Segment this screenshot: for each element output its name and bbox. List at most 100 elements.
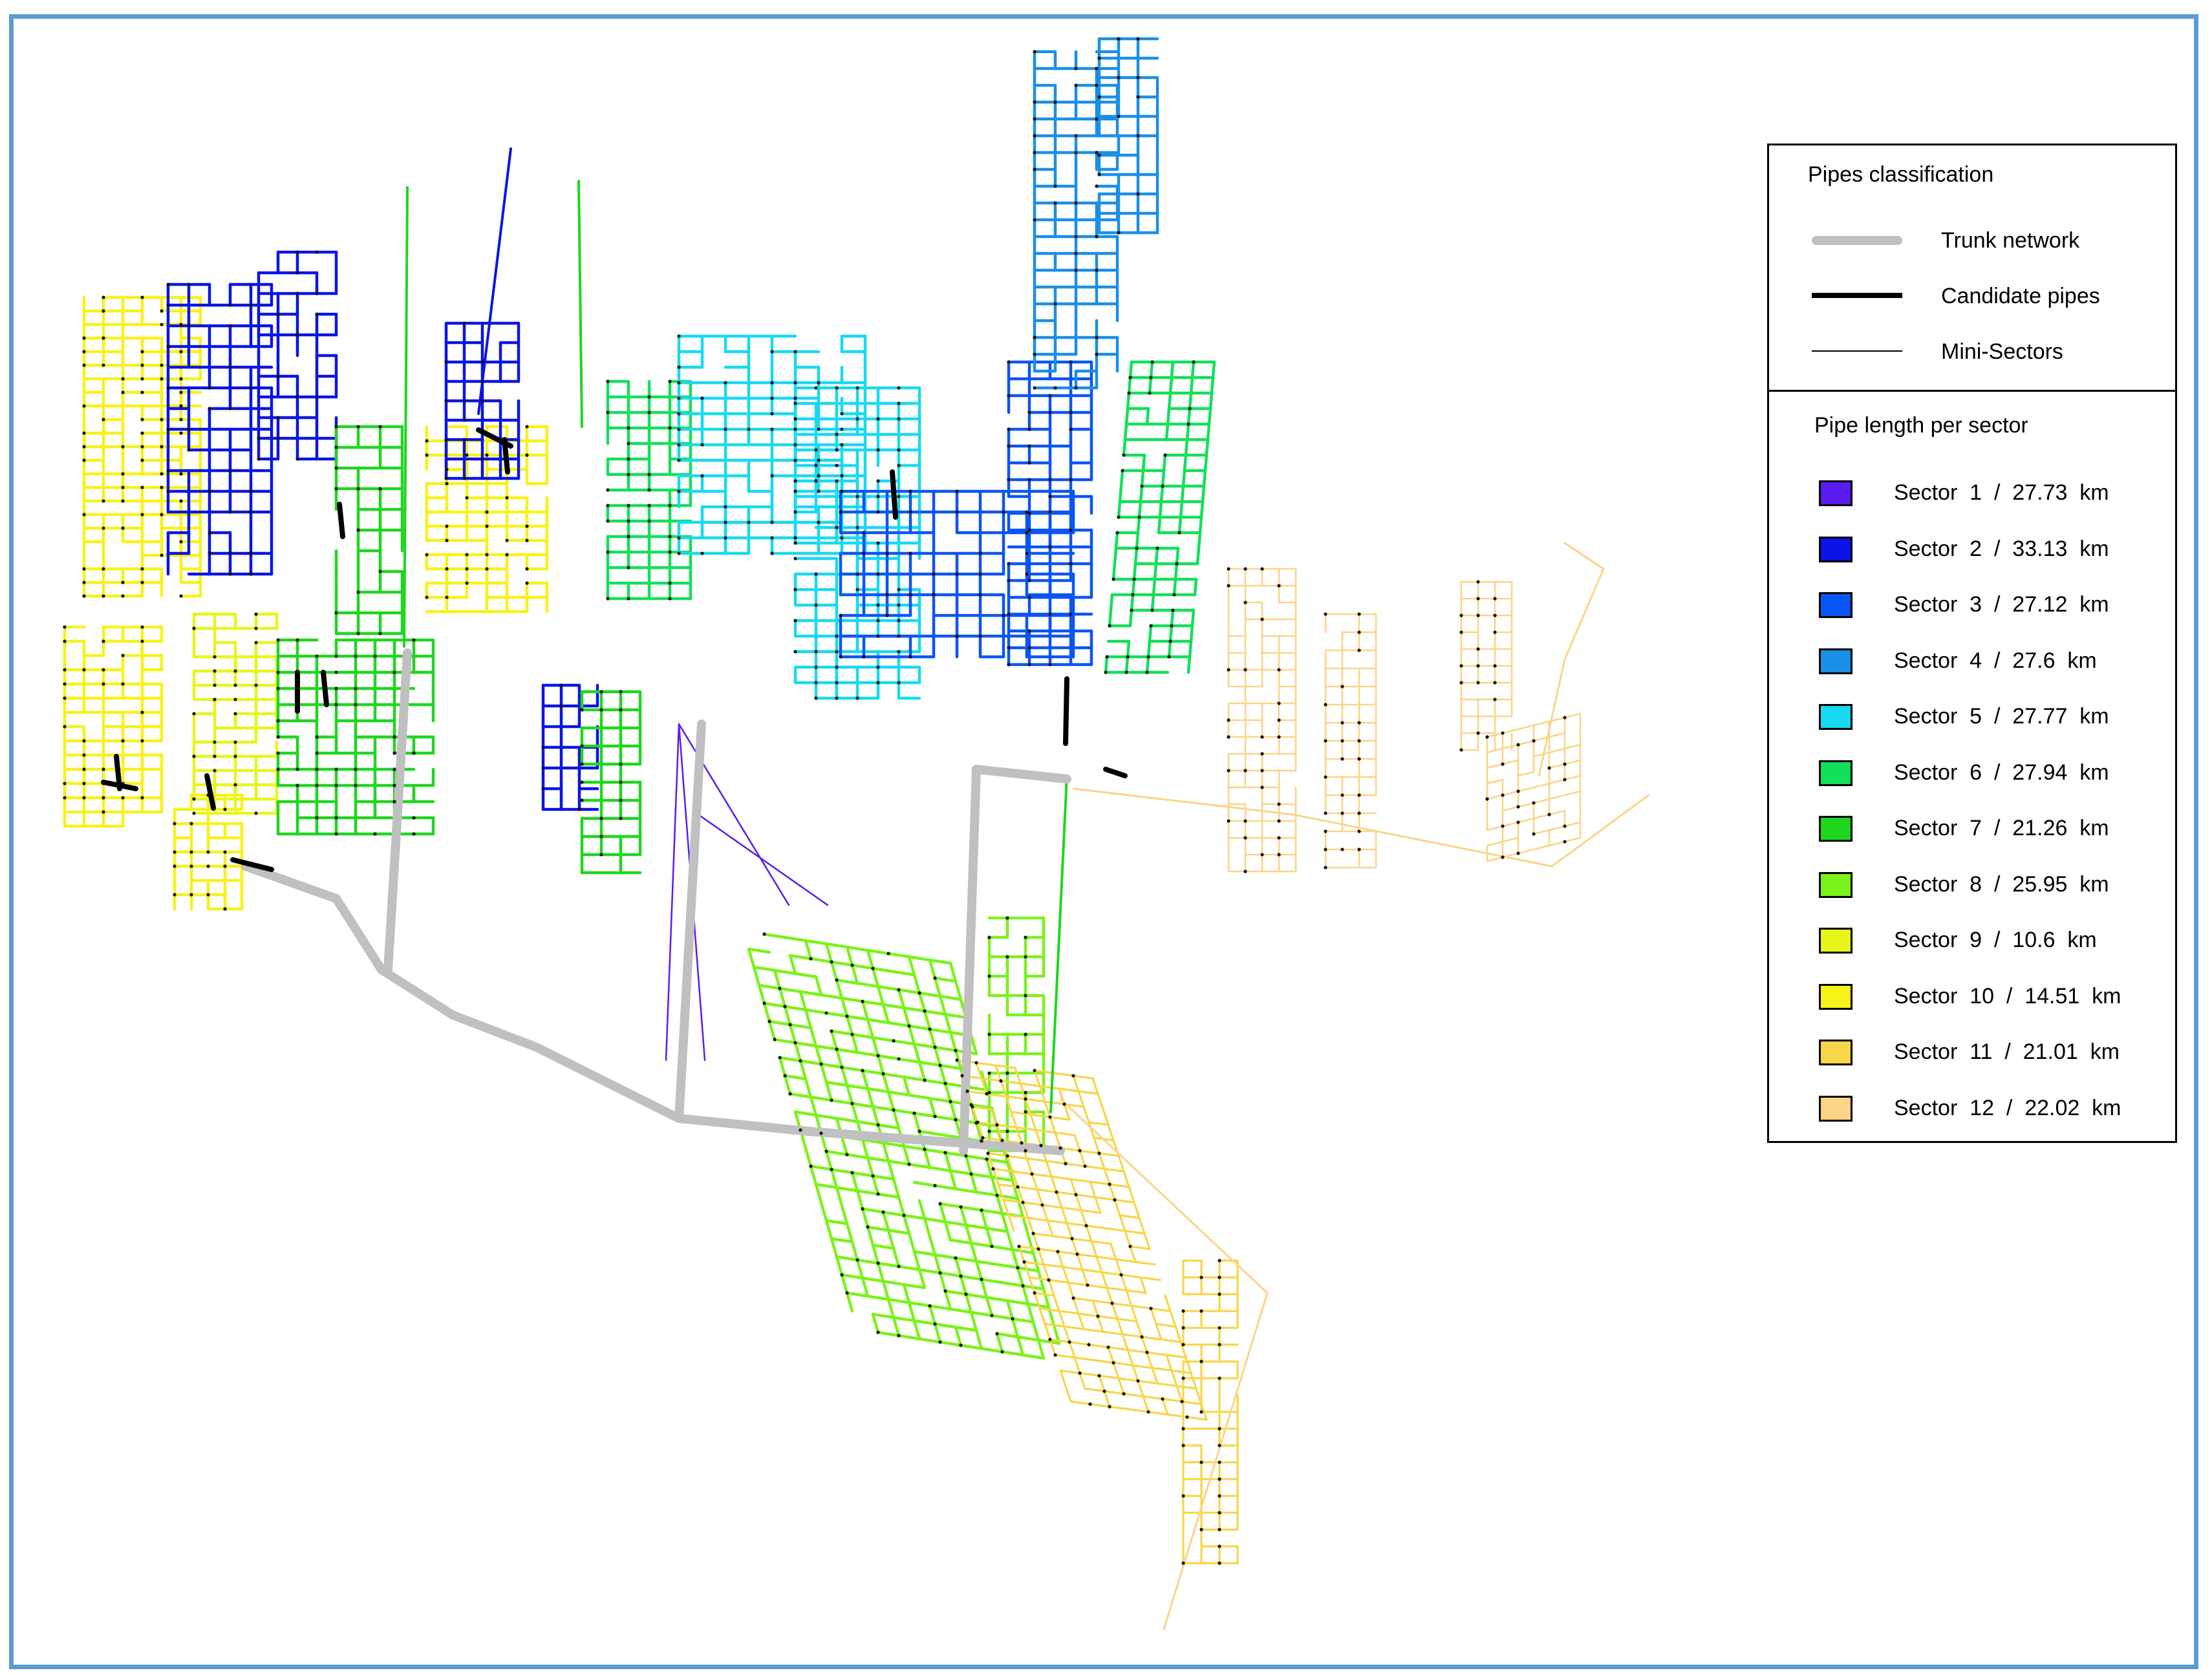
junction-node: [1097, 173, 1101, 176]
sector-pipe: [1292, 813, 1553, 868]
sector-pipe: [783, 1005, 792, 1027]
junction-node: [1243, 769, 1247, 773]
junction-node: [770, 412, 774, 416]
sector-pipe: [1059, 1369, 1067, 1387]
sector-pipe: [1133, 546, 1139, 566]
junction-node: [276, 751, 280, 755]
junction-node: [793, 479, 797, 483]
junction-node: [1340, 739, 1344, 743]
junction-node: [1563, 840, 1567, 844]
junction-node: [295, 767, 299, 771]
junction-node: [1340, 811, 1344, 815]
sector-pipe: [1000, 1211, 1009, 1233]
sector-pipe: [814, 1113, 839, 1120]
sector-pipe: [1068, 1341, 1090, 1346]
sector-pipe: [793, 972, 818, 979]
sector-pipe: [1097, 1315, 1104, 1333]
sector-pipe: [933, 1184, 958, 1191]
sector-pipe: [876, 985, 901, 992]
sector-pipe: [928, 958, 937, 980]
junction-node: [886, 952, 890, 955]
junction-node: [233, 669, 237, 673]
sector-pipe: [1125, 1289, 1133, 1307]
junction-node: [412, 832, 416, 836]
junction-node: [1064, 1162, 1068, 1166]
junction-node: [121, 682, 125, 686]
sector-pipe: [793, 1110, 818, 1117]
sector-pipe: [1124, 1230, 1132, 1248]
junction-node: [276, 767, 280, 771]
sector-pipe: [1124, 1230, 1146, 1235]
sector-pipe: [1170, 1369, 1192, 1374]
sector-pipe: [907, 1232, 916, 1254]
junction-node: [770, 350, 774, 354]
sector-pipe: [1532, 829, 1551, 835]
junction-node: [63, 625, 67, 629]
sector-pipe: [1029, 1113, 1051, 1118]
junction-node: [1074, 201, 1078, 205]
junction-node: [677, 489, 681, 493]
sector-pipe: [881, 1003, 890, 1025]
junction-node: [908, 510, 912, 514]
sector-pipe: [1563, 837, 1582, 843]
junction-node: [1136, 1379, 1140, 1383]
junction-node: [1357, 612, 1361, 616]
sector-pipe: [866, 948, 890, 955]
junction-node: [793, 1041, 797, 1045]
sector-pipe: [1044, 1100, 1066, 1105]
junction-node: [228, 551, 232, 555]
sector-pipe: [1120, 1274, 1128, 1292]
legend-sector-row: Sector 10 / 14.51 km: [1769, 980, 2175, 1019]
junction-node: [373, 654, 377, 658]
sector-pipe: [907, 955, 932, 962]
junction-node: [677, 396, 681, 400]
sector-pipe: [762, 1001, 771, 1023]
junction-node: [814, 448, 818, 452]
junction-node: [140, 581, 144, 584]
junction-node: [121, 782, 125, 785]
sector-pipe: [768, 1019, 777, 1041]
legend-row-minisector: Mini-Sectors: [1769, 333, 2175, 372]
junction-node: [1071, 1296, 1075, 1300]
legend-classification-title: Pipes classification: [1808, 162, 1994, 187]
sector-pipe: [1501, 837, 1519, 843]
sector-pipe: [840, 1135, 849, 1157]
sector-pipe: [1018, 1245, 1025, 1263]
sector-pipe: [1150, 593, 1155, 612]
junction-node: [121, 654, 125, 657]
sector-pipe: [1168, 376, 1174, 395]
junction-node: [1324, 703, 1327, 707]
junction-node: [1095, 67, 1099, 70]
junction-node: [1070, 1237, 1074, 1241]
sector-pipe: [1563, 568, 1605, 661]
sector-pipe: [980, 1277, 1004, 1285]
junction-node: [315, 292, 319, 295]
junction-node: [987, 1129, 991, 1133]
sector-pipe: [1089, 1403, 1111, 1408]
sector-pipe: [1169, 1310, 1177, 1328]
sector-pipe: [1154, 546, 1159, 566]
sector-pipe: [840, 1204, 849, 1226]
sector-pipe: [1486, 840, 1504, 847]
sector-pipe: [1069, 1178, 1077, 1196]
sector-pipe: [1108, 1405, 1130, 1411]
junction-node: [373, 832, 377, 836]
sector-pipe: [830, 1029, 854, 1036]
sector-pipe: [850, 1102, 859, 1124]
junction-node: [1459, 613, 1463, 617]
junction-node: [1048, 495, 1052, 498]
sector-pipe: [1517, 817, 1535, 824]
sector-pipe: [1188, 639, 1193, 659]
junction-node: [1218, 1561, 1221, 1565]
sector-pipe: [855, 1258, 880, 1265]
junction-node: [480, 379, 484, 383]
junction-node: [444, 438, 448, 442]
sector-pipe: [697, 813, 829, 906]
sector-pipe: [1006, 1155, 1028, 1160]
junction-node: [334, 611, 338, 615]
junction-node: [1187, 422, 1190, 426]
junction-node: [392, 800, 396, 804]
junction-node: [140, 625, 144, 629]
sector-pipe: [876, 1054, 885, 1076]
junction-node: [140, 390, 144, 394]
